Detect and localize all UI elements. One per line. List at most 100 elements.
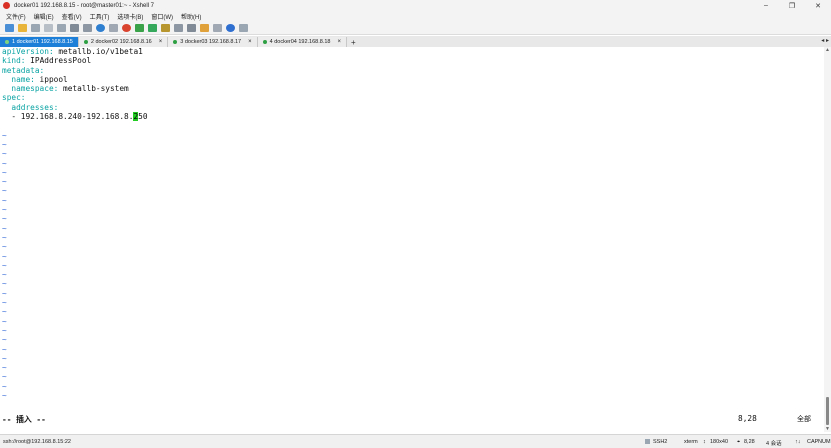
yaml-key: metadata: (2, 65, 45, 75)
vim-empty-line-marker: ~ (2, 335, 7, 345)
menu-window[interactable]: 窗口(W) (151, 12, 173, 21)
tab-bar: 1 docker01 192.168.8.15 2 docker02 192.1… (0, 36, 831, 47)
vim-empty-line-marker: ~ (2, 298, 7, 308)
terminal-line: name: ippool (0, 75, 824, 84)
yaml-value: metallb.io/v1beta1 (53, 47, 143, 56)
connected-dot-icon (262, 40, 267, 44)
tab-list-chevron-icon[interactable]: ◂ ▸ (821, 37, 829, 44)
tab-docker03[interactable]: 3 docker03 192.168.8.17 × (168, 37, 258, 47)
vim-cursor-position: 8,28 (738, 414, 757, 423)
yaml-key: apiVersion: (2, 47, 54, 56)
tab-docker04[interactable]: 4 docker04 192.168.8.18 × (257, 37, 347, 47)
terminal-area[interactable]: apiVersion: metallb.io/v1beta1 kind: IPA… (0, 47, 824, 432)
tab-label: 2 docker02 192.168.8.16 (90, 39, 152, 45)
vim-empty-line-marker: ~ (2, 149, 7, 159)
menu-tab[interactable]: 选项卡(B) (117, 12, 143, 21)
help-icon[interactable] (226, 24, 235, 32)
yaml-value: metallb-system (58, 84, 129, 94)
terminal-line: kind: IPAddressPool (0, 56, 824, 65)
vim-empty-line-marker: ~ (2, 390, 7, 400)
vertical-scrollbar[interactable]: ▲ ▼ (824, 47, 831, 432)
yaml-value: 50 (138, 112, 148, 122)
vim-empty-line-marker: ~ (2, 270, 7, 280)
scroll-up-icon[interactable]: ▲ (825, 47, 830, 53)
script-icon[interactable] (187, 24, 196, 32)
connected-dot-icon (173, 40, 178, 44)
vim-empty-line-marker: ~ (2, 325, 7, 335)
connected-dot-icon (83, 40, 88, 44)
vim-empty-line-marker: ~ (2, 186, 7, 196)
menu-view[interactable]: 查看(V) (62, 12, 82, 21)
vim-empty-line-marker: ~ (2, 316, 7, 326)
xftp-icon[interactable] (122, 24, 131, 32)
yaml-value: IPAddressPool (25, 56, 92, 66)
globe-icon[interactable] (96, 24, 105, 32)
vim-empty-line-marker: ~ (2, 307, 7, 317)
scroll-down-icon[interactable]: ▼ (825, 426, 830, 432)
vim-empty-line-marker: ~ (2, 242, 7, 252)
menu-tools[interactable]: 工具(T) (90, 12, 110, 21)
minimize-button[interactable]: – (753, 0, 779, 11)
menu-bar: 文件(F) 编辑(E) 查看(V) 工具(T) 选项卡(B) 窗口(W) 帮助(… (0, 11, 831, 22)
chat-icon[interactable] (239, 24, 248, 32)
yaml-key: addresses: (2, 102, 59, 112)
tab-close-icon[interactable]: × (337, 39, 341, 45)
transfer-icon[interactable] (135, 24, 144, 32)
terminal-type: xterm (684, 439, 698, 445)
disconnect-icon[interactable] (44, 24, 53, 32)
yaml-key: spec: (2, 93, 26, 103)
yaml-value: - 192.168.8.240-192.168.8. (2, 112, 134, 122)
expand-icon[interactable] (148, 24, 157, 32)
tab-label: 3 docker03 192.168.8.17 (180, 39, 242, 45)
vim-empty-line-marker: ~ (2, 214, 7, 224)
toolbar (0, 22, 831, 35)
vim-empty-line-marker: ~ (2, 353, 7, 363)
terminal-line: spec: (0, 93, 824, 102)
connection-address: ssh://root@192.168.8.15:22 (3, 439, 71, 445)
folder-icon[interactable] (200, 24, 209, 32)
link-icon[interactable] (31, 24, 40, 32)
caps-lock-indicator: CAP (807, 439, 819, 445)
layout-icon[interactable] (213, 24, 222, 32)
tab-close-icon[interactable]: × (248, 39, 252, 45)
lock-icon (645, 439, 650, 444)
connected-dot-icon (5, 40, 9, 44)
copy-icon[interactable] (57, 24, 66, 32)
maximize-button[interactable]: ❐ (779, 0, 805, 11)
vim-empty-line-marker: ~ (2, 344, 7, 354)
keyboard-icon[interactable] (174, 24, 183, 32)
add-tab-icon[interactable]: + (347, 38, 360, 47)
vim-scroll-indicator: 全部 (797, 416, 811, 423)
tab-label: 1 docker01 192.168.8.15 (12, 39, 73, 45)
terminal-line: apiVersion: metallb.io/v1beta1 (0, 47, 824, 56)
menu-help[interactable]: 帮助(H) (181, 12, 201, 21)
print-icon[interactable] (83, 24, 92, 32)
menu-file[interactable]: 文件(F) (6, 12, 26, 21)
tab-docker02[interactable]: 2 docker02 192.168.8.16 × (78, 37, 169, 47)
tab-docker01[interactable]: 1 docker01 192.168.8.15 (0, 37, 79, 47)
window-controls: – ❐ ✕ (753, 0, 831, 11)
menu-edit[interactable]: 编辑(E) (34, 12, 54, 21)
terminal-line: namespace: metallb-system (0, 84, 824, 93)
scrollbar-thumb[interactable] (826, 397, 829, 425)
vim-empty-line-marker: ~ (2, 139, 7, 149)
cursor-position: 8,28 (744, 439, 755, 445)
new-session-icon[interactable] (5, 24, 14, 32)
tab-close-icon[interactable]: × (159, 39, 163, 45)
search-icon[interactable] (70, 24, 79, 32)
terminal-line: - 192.168.8.240-192.168.8.250 (0, 112, 824, 122)
open-folder-icon[interactable] (18, 24, 27, 32)
font-icon[interactable] (109, 24, 118, 32)
protocol-label: SSH2 (653, 439, 668, 445)
resize-icon: ↕ (703, 439, 706, 445)
vim-status-line: -- 插入 -- 8,28 全部 (0, 414, 824, 424)
vim-empty-line-marker: ~ (2, 158, 7, 168)
vim-empty-line-marker: ~ (2, 205, 7, 215)
vim-empty-line-marker: ~ (2, 260, 7, 270)
lock-icon[interactable] (161, 24, 170, 32)
close-button[interactable]: ✕ (805, 0, 831, 11)
xshell-logo-icon (3, 2, 10, 9)
vim-empty-line-marker: ~ (2, 279, 7, 289)
window-title: docker01 192.168.8.15 - root@master01:~ … (14, 2, 155, 9)
vim-empty-line-marker: ~ (2, 195, 7, 205)
